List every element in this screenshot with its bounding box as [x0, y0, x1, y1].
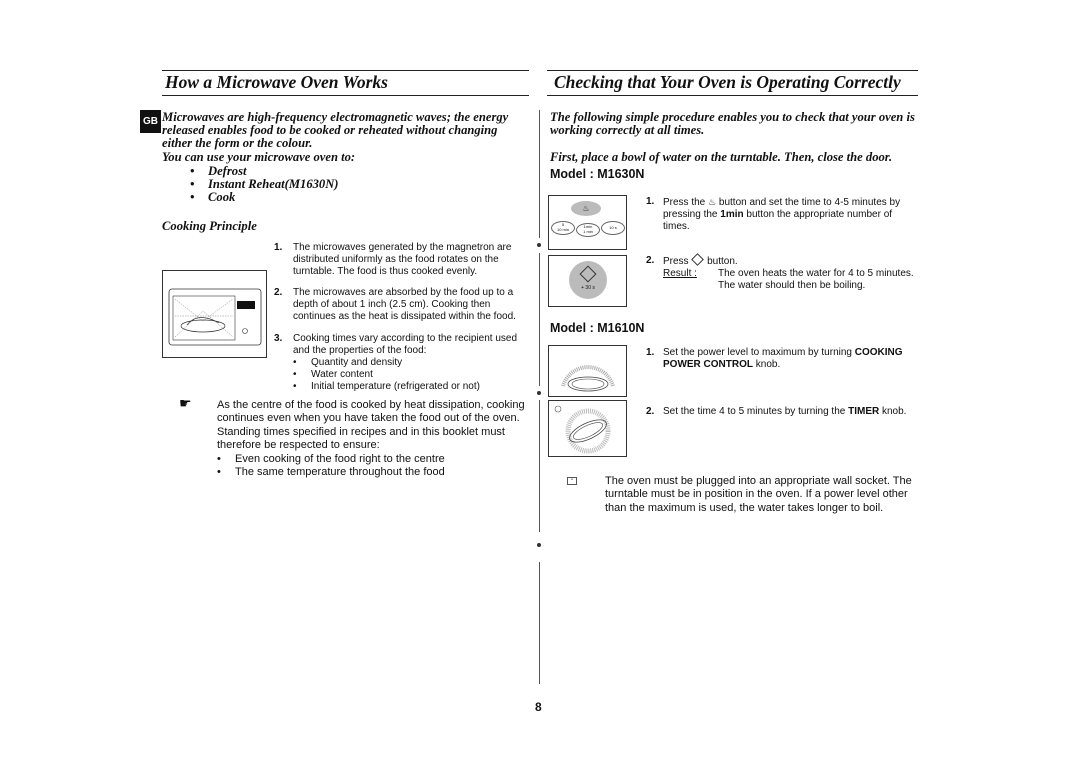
note-icon: • — [567, 477, 577, 485]
emphasis: COOKING — [854, 347, 903, 358]
language-badge: GB — [140, 110, 161, 133]
note-line: than the maximum is used, the water take… — [605, 501, 884, 514]
step-line: continues as the heat is dissipated with… — [293, 311, 516, 322]
step-number: 1. — [646, 347, 655, 358]
note-line: The oven must be plugged into an appropr… — [605, 475, 912, 487]
divider — [539, 400, 540, 532]
result-text: The water should then be boiling. — [718, 280, 866, 291]
control-panel-illustration: ♨ 5 10 min 1min 1 min 10 s — [548, 195, 627, 250]
title-rule-top — [547, 70, 918, 71]
step-1: 1. The microwaves generated by the magne… — [274, 242, 511, 278]
panel-button: 5 10 min — [551, 221, 575, 235]
step-line: The microwaves generated by the magnetro… — [293, 242, 512, 253]
power-knob-illustration — [548, 345, 627, 397]
step-2: 2. The microwaves are absorbed by the fo… — [274, 287, 516, 323]
note-line: turntable must be in position in the ove… — [605, 488, 908, 501]
text: Set the time 4 to 5 minutes by turning t… — [663, 406, 846, 417]
result-label: Result : — [663, 268, 697, 279]
title-rule-bottom — [547, 95, 918, 96]
left-title: How a Microwave Oven Works — [165, 72, 388, 92]
step-line: Cooking times vary according to the reci… — [293, 333, 518, 344]
use-item: Cook — [208, 190, 236, 204]
bullet-item: Water content — [311, 369, 373, 380]
step-line: and the properties of the food: — [293, 345, 427, 356]
note-line: Standing times specified in recipes and … — [217, 425, 505, 438]
text: button and set the time to 4-5 minutes b… — [718, 197, 901, 208]
panel-button: 1min 1 min — [576, 223, 600, 237]
divider — [539, 110, 540, 238]
note-line: therefore be respected to ensure: — [217, 439, 380, 452]
step-number: 1. — [646, 196, 655, 207]
left-note: As the centre of the food is cooked by h… — [217, 399, 525, 479]
step-line: The microwaves are absorbed by the food … — [293, 287, 514, 298]
reheat-button-icon: ♨ — [571, 201, 601, 216]
m1610-step-1: 1. Set the power level to maximum by tur… — [646, 347, 903, 371]
power-control-knob-icon — [561, 365, 615, 392]
start-label: + 30 s — [581, 285, 595, 291]
model-heading: Model : M1610N — [550, 321, 645, 335]
text: knob. — [755, 359, 781, 370]
right-intro-2: First, place a bowl of water on the turn… — [550, 150, 893, 164]
divider-dot — [537, 243, 541, 247]
divider-dot — [537, 391, 541, 395]
m1630-step-2: 2. Press button. Result : The oven heats… — [646, 253, 914, 292]
step-number: 2. — [646, 255, 655, 266]
result-text: The oven heats the water for 4 to 5 minu… — [718, 268, 914, 279]
note-line: As the centre of the food is cooked by h… — [217, 399, 525, 411]
divider — [539, 562, 540, 684]
pointing-hand-icon: ☛ — [179, 395, 192, 411]
step-line: turntable. The food is thus cooked evenl… — [293, 266, 478, 277]
intro-line: working correctly at all times. — [550, 123, 705, 137]
microwave-illustration — [162, 270, 267, 358]
manual-page: How a Microwave Oven Works Checking that… — [0, 0, 1080, 763]
step-number: 2. — [274, 287, 283, 298]
title-rule-bottom — [162, 95, 529, 96]
text: pressing the — [663, 209, 718, 220]
model-heading: Model : M1630N — [550, 167, 645, 181]
right-title: Checking that Your Oven is Operating Cor… — [554, 72, 901, 92]
step-number: 2. — [646, 406, 655, 417]
title-rule-top — [162, 70, 529, 71]
right-note: The oven must be plugged into an appropr… — [605, 475, 912, 515]
bullet-item: Initial temperature (refrigerated or not… — [311, 381, 480, 392]
start-button-icon: + 30 s — [569, 261, 607, 299]
divider-dot — [537, 543, 541, 547]
emphasis: TIMER — [848, 406, 880, 417]
m1630-step-1: 1. Press the ♨ button and set the time t… — [646, 196, 900, 233]
timer-knob-illustration — [548, 400, 627, 457]
text: button the appropriate number of — [746, 209, 893, 220]
step-number: 3. — [274, 333, 283, 344]
note-line: continues even when you have taken the f… — [217, 412, 520, 425]
bullet: • — [190, 190, 195, 204]
step-line: depth of about 1 inch (2.5 cm). Cooking … — [293, 299, 491, 310]
m1610-step-2: 2. Set the time 4 to 5 minutes by turnin… — [646, 406, 906, 418]
text: Press the — [663, 197, 706, 208]
step-line: distributed uniformly as the food rotate… — [293, 254, 499, 265]
divider — [539, 253, 540, 386]
microwave-oven-icon — [168, 288, 262, 346]
reheat-icon: ♨ — [708, 197, 717, 207]
timer-knob-icon — [554, 405, 611, 454]
panel-button: 10 s — [601, 221, 625, 235]
right-intro: The following simple procedure enables y… — [550, 111, 915, 137]
bullet-item: Even cooking of the food right to the ce… — [235, 452, 445, 465]
emphasis: POWER CONTROL — [663, 359, 753, 370]
text: knob. — [882, 406, 907, 417]
subheading: Cooking Principle — [162, 219, 257, 233]
bullet-item: The same temperature throughout the food — [235, 466, 445, 479]
uses-heading: You can use your microwave oven to: — [162, 150, 356, 164]
text: times. — [663, 221, 690, 232]
step-3: 3. Cooking times vary according to the r… — [274, 333, 518, 392]
intro-line: either the form or the colour. — [162, 136, 313, 150]
emphasis: 1min — [720, 209, 744, 220]
text: Set the power level to maximum by turnin… — [663, 347, 852, 358]
step-number: 1. — [274, 242, 283, 253]
page-number: 8 — [535, 700, 542, 714]
text: Press — [663, 256, 689, 267]
left-intro: Microwaves are high-frequency electromag… — [162, 111, 508, 150]
start-icon — [691, 253, 705, 266]
text: button. — [707, 256, 738, 267]
start-button-illustration: + 30 s — [548, 255, 627, 307]
bullet-item: Quantity and density — [311, 357, 403, 368]
